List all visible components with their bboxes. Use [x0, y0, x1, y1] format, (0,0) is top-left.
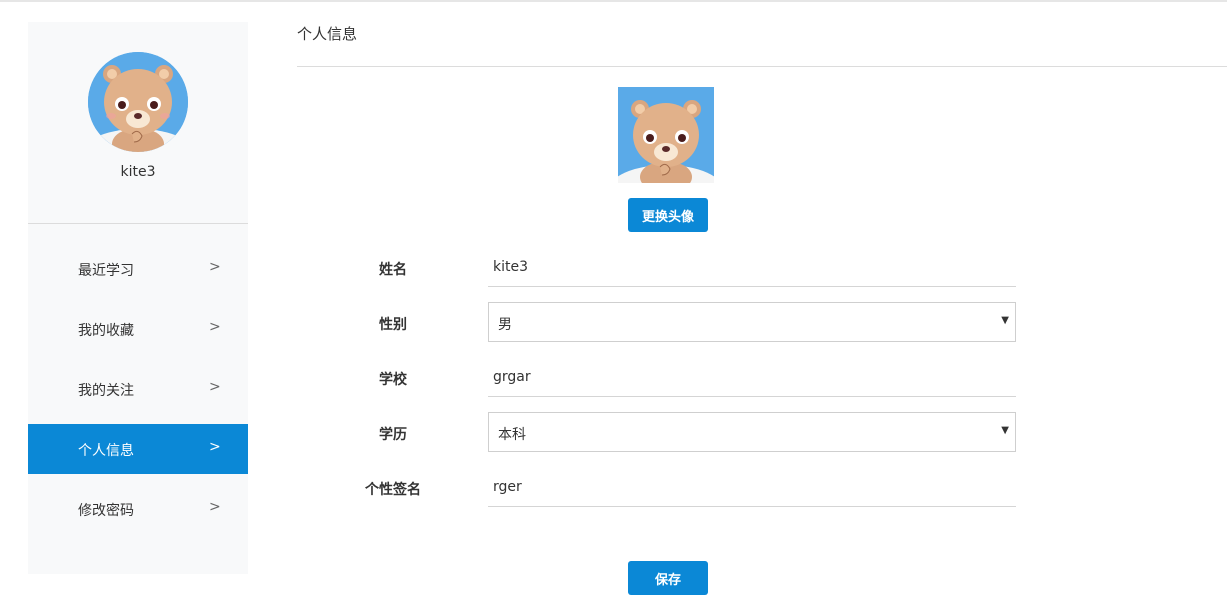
name-label: 姓名: [379, 262, 407, 278]
sidebar-avatar: [88, 52, 188, 152]
bear-avatar-icon: [88, 52, 188, 152]
school-label: 学校: [379, 372, 407, 388]
sidebar-item-label: 个人信息: [78, 443, 134, 459]
sidebar-item-personal-info[interactable]: 个人信息 >: [28, 424, 248, 474]
save-button[interactable]: 保存: [628, 561, 708, 595]
gender-select-value: 男: [498, 317, 512, 333]
caret-down-icon: ▼: [1001, 425, 1009, 436]
sidebar-item-favorites[interactable]: 我的收藏 >: [28, 304, 248, 354]
sidebar-item-label: 我的收藏: [78, 323, 134, 339]
sidebar-item-label: 我的关注: [78, 383, 134, 399]
sidebar-divider: [28, 223, 248, 224]
name-field[interactable]: kite3: [493, 259, 528, 275]
sidebar: kite3 最近学习 > 我的收藏 > 我的关注 > 个人信息 > 修改密码 >: [28, 22, 248, 574]
sidebar-item-label: 修改密码: [78, 503, 134, 519]
chevron-right-icon: >: [209, 379, 221, 395]
education-select-value: 本科: [498, 427, 526, 443]
sidebar-nav: 最近学习 > 我的收藏 > 我的关注 > 个人信息 > 修改密码 >: [28, 244, 248, 544]
caret-down-icon: ▼: [1001, 315, 1009, 326]
name-field-underline: [488, 286, 1016, 287]
chevron-right-icon: >: [209, 319, 221, 335]
change-avatar-button[interactable]: 更换头像: [628, 198, 708, 232]
chevron-right-icon: >: [209, 499, 221, 515]
top-border: [0, 0, 1227, 2]
title-divider: [297, 66, 1227, 67]
sidebar-item-following[interactable]: 我的关注 >: [28, 364, 248, 414]
school-field[interactable]: grgar: [493, 369, 531, 385]
profile-avatar: [618, 87, 714, 183]
signature-field[interactable]: rger: [493, 479, 522, 495]
sidebar-item-recent-study[interactable]: 最近学习 >: [28, 244, 248, 294]
school-field-underline: [488, 396, 1016, 397]
gender-select[interactable]: 男 ▼: [488, 302, 1016, 342]
education-select[interactable]: 本科 ▼: [488, 412, 1016, 452]
sidebar-item-change-password[interactable]: 修改密码 >: [28, 484, 248, 534]
sidebar-item-label: 最近学习: [78, 263, 134, 279]
signature-field-underline: [488, 506, 1016, 507]
page-title: 个人信息: [297, 25, 358, 43]
gender-label: 性别: [379, 317, 407, 333]
education-label: 学历: [379, 427, 407, 443]
sidebar-username: kite3: [120, 164, 156, 180]
signature-label: 个性签名: [365, 482, 421, 498]
bear-avatar-icon: [618, 87, 714, 183]
chevron-right-icon: >: [209, 439, 221, 455]
chevron-right-icon: >: [209, 259, 221, 275]
